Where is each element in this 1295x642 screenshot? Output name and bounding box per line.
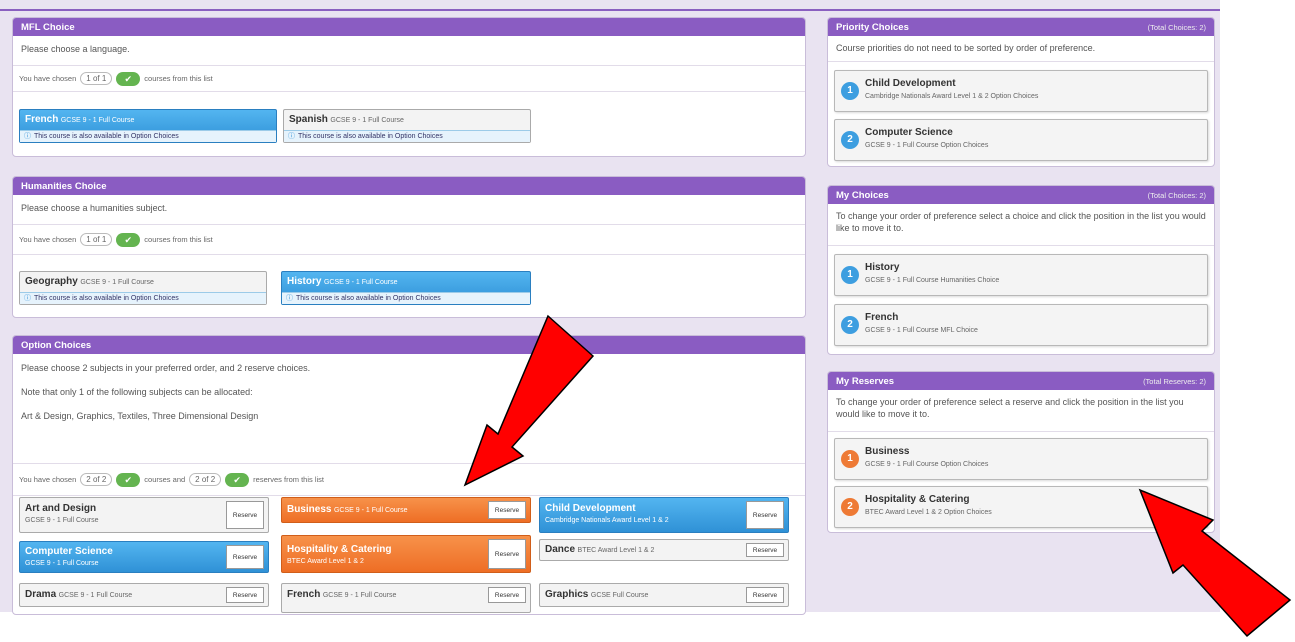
red-arrow-right — [1138, 488, 1292, 638]
